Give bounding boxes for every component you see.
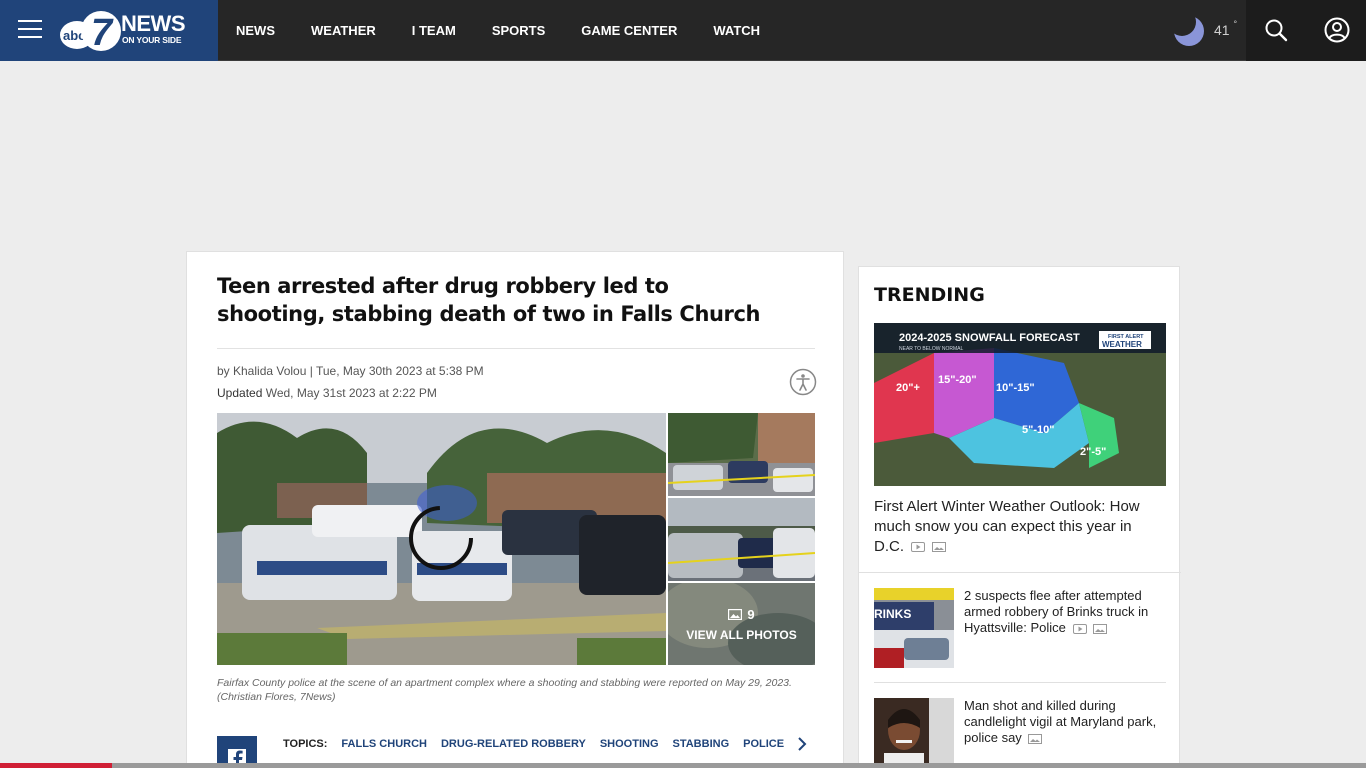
zone-label-1: 20"+ (896, 382, 920, 394)
view-all-photos[interactable]: 9 VIEW ALL PHOTOS (668, 583, 815, 665)
photo-count: 9 (728, 607, 755, 622)
topic-shooting[interactable]: SHOOTING (600, 738, 659, 750)
topics-label: TOPICS: (283, 738, 328, 750)
nav-weather[interactable]: WEATHER (311, 23, 376, 38)
reading-progress-fill (0, 763, 112, 768)
zone-label-2: 15"-20" (938, 374, 977, 386)
image-icon (932, 542, 947, 553)
view-all-label: VIEW ALL PHOTOS (686, 627, 797, 642)
title-divider (217, 348, 815, 349)
trending-divider (874, 682, 1166, 683)
scene-thumb-image (668, 498, 815, 581)
trending-item-title: Man shot and killed during candlelight v… (964, 698, 1157, 745)
thumb-brinks-text: RINKS (874, 607, 911, 621)
logo-seven-text: 7 (91, 12, 114, 53)
article-card: Teen arrested after drug robbery led to … (186, 251, 844, 768)
map-title: 2024-2025 SNOWFALL FORECAST (899, 332, 1080, 344)
image-icon (1028, 733, 1043, 744)
trending-panel: TRENDING 2024-2025 SNOWFALL FORECAST NEA… (858, 266, 1181, 768)
map-subtitle: NEAR TO BELOW NORMAL (899, 346, 963, 352)
image-icon (1093, 623, 1108, 634)
reading-progress-bar (0, 763, 1366, 768)
site-header: abc 7 NEWS ON YOUR SIDE NEWS WEATHER I T… (0, 0, 1366, 61)
article-updated: Updated Wed, May 31st 2023 at 2:22 PM (217, 386, 437, 400)
image-icon (728, 608, 743, 620)
trending-thumb: RINKS (874, 588, 954, 668)
trending-thumb (874, 698, 954, 768)
brinks-truck-thumb: RINKS (874, 588, 954, 668)
weather-widget[interactable]: 41 ° (1172, 12, 1237, 48)
topic-police[interactable]: POLICE (743, 738, 784, 750)
nav-game-center[interactable]: GAME CENTER (581, 23, 677, 38)
snowfall-forecast-map: 2024-2025 SNOWFALL FORECAST NEAR TO BELO… (874, 323, 1166, 486)
nav-watch[interactable]: WATCH (713, 23, 760, 38)
topics-bar: TOPICS: FALLS CHURCH DRUG-RELATED ROBBER… (283, 737, 798, 751)
trending-item-title: 2 suspects flee after attempted armed ro… (964, 588, 1149, 635)
temperature: 41 ° (1214, 19, 1238, 38)
police-scene-image (217, 413, 666, 665)
main-nav: NEWS WEATHER I TEAM SPORTS GAME CENTER W… (236, 0, 796, 61)
trending-heading: TRENDING (874, 284, 985, 306)
account-icon[interactable] (1324, 17, 1350, 43)
zone-label-4: 5"-10" (1022, 424, 1054, 436)
video-icon (1072, 623, 1087, 634)
scene-thumb-image (668, 413, 815, 496)
nav-i-team[interactable]: I TEAM (412, 23, 456, 38)
photo-caption: Fairfax County police at the scene of an… (217, 677, 792, 703)
trending-featured-image[interactable]: 2024-2025 SNOWFALL FORECAST NEAR TO BELO… (874, 323, 1166, 486)
nav-sports[interactable]: SPORTS (492, 23, 545, 38)
video-icon (911, 542, 926, 553)
topic-stabbing[interactable]: STABBING (673, 738, 730, 750)
portrait-thumb (874, 698, 954, 768)
logo-tagline: ON YOUR SIDE (122, 35, 182, 45)
topic-falls-church[interactable]: FALLS CHURCH (341, 738, 427, 750)
article-byline: by Khalida Volou | Tue, May 30th 2023 at… (217, 364, 484, 378)
main-photo[interactable] (217, 413, 666, 665)
logo-news-text: NEWS (121, 11, 186, 36)
chevron-right-icon[interactable] (795, 736, 809, 752)
gallery-thumb-1[interactable] (668, 413, 815, 496)
article-title: Teen arrested after drug robbery led to … (217, 274, 761, 326)
brand-block: abc 7 NEWS ON YOUR SIDE (0, 0, 218, 61)
accessibility-icon[interactable] (789, 368, 817, 396)
menu-icon[interactable] (18, 20, 42, 38)
search-icon[interactable] (1264, 18, 1288, 42)
map-badge-bottom: WEATHER (1102, 340, 1142, 349)
header-utilities (1246, 0, 1366, 61)
nav-news[interactable]: NEWS (236, 23, 275, 38)
view-all-overlay: 9 VIEW ALL PHOTOS (668, 583, 815, 665)
moon-icon (1174, 16, 1204, 46)
trending-divider (859, 572, 1181, 573)
zone-label-3: 10"-15" (996, 382, 1035, 394)
topic-drug-related-robbery[interactable]: DRUG-RELATED ROBBERY (441, 738, 586, 750)
gallery-thumb-2[interactable] (668, 498, 815, 581)
zone-label-5: 2"-5" (1080, 446, 1106, 458)
trending-featured-title[interactable]: First Alert Winter Weather Outlook: How … (874, 497, 1164, 557)
